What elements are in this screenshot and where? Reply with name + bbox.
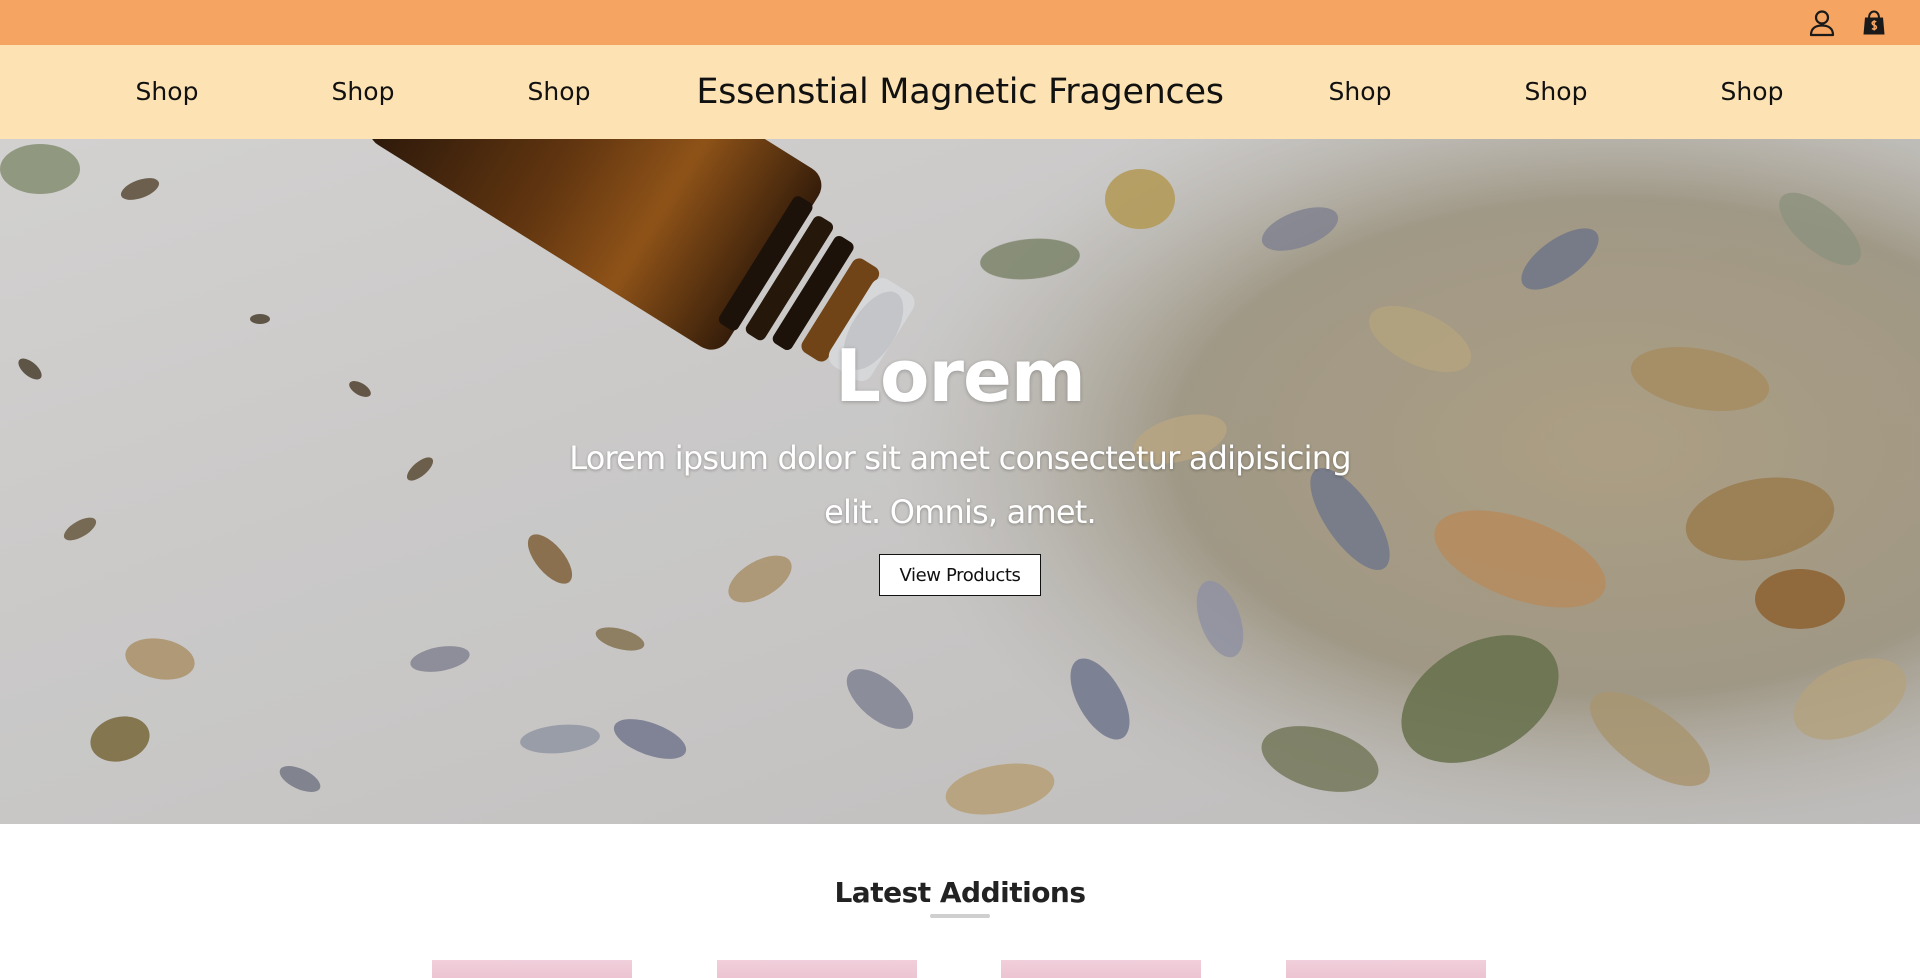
section-title-underline bbox=[930, 914, 990, 918]
view-products-button[interactable]: View Products bbox=[879, 554, 1041, 596]
top-utility-bar bbox=[0, 0, 1920, 45]
product-card[interactable] bbox=[1001, 960, 1201, 978]
hero-banner: Lorem Lorem ipsum dolor sit amet consect… bbox=[0, 139, 1920, 824]
nav-link-shop-4[interactable]: Shop bbox=[1329, 45, 1392, 139]
product-card[interactable] bbox=[1286, 960, 1486, 978]
hero-subtitle: Lorem ipsum dolor sit amet consectetur a… bbox=[569, 439, 1351, 531]
cart-button[interactable] bbox=[1859, 8, 1889, 38]
product-card[interactable] bbox=[432, 960, 632, 978]
nav-link-shop-6[interactable]: Shop bbox=[1721, 45, 1784, 139]
user-icon bbox=[1809, 10, 1835, 37]
hero-title: Lorem bbox=[835, 334, 1086, 418]
nav-link-shop-3[interactable]: Shop bbox=[528, 45, 591, 139]
latest-additions-title: Latest Additions bbox=[834, 876, 1086, 909]
shopping-bag-icon bbox=[1863, 10, 1885, 35]
brand-name[interactable]: Essenstial Magnetic Fragences bbox=[696, 45, 1224, 139]
main-navigation: Shop Shop Shop Essenstial Magnetic Frage… bbox=[0, 45, 1920, 139]
nav-link-shop-2[interactable]: Shop bbox=[332, 45, 395, 139]
nav-link-shop-5[interactable]: Shop bbox=[1525, 45, 1588, 139]
nav-link-shop-1[interactable]: Shop bbox=[136, 45, 199, 139]
product-card[interactable] bbox=[717, 960, 917, 978]
account-button[interactable] bbox=[1807, 8, 1837, 38]
